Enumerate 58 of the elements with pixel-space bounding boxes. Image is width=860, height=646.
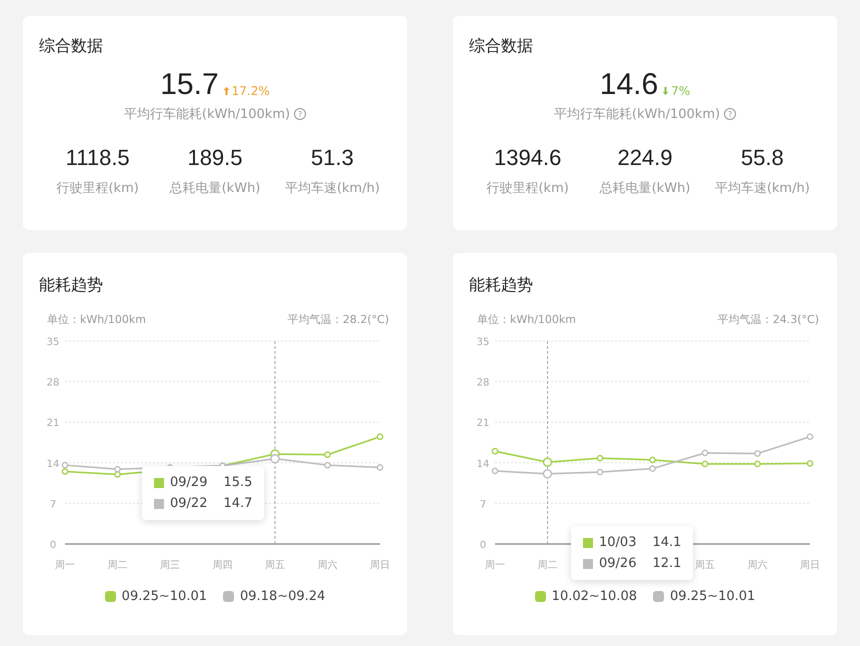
x-axis-label: 周一 <box>55 560 75 571</box>
change-percent: 17.2% <box>232 84 270 98</box>
stat-value: 55.8 <box>740 145 784 171</box>
x-axis-label: 周二 <box>108 560 128 571</box>
tooltip-value: 14.7 <box>223 496 252 511</box>
stat-value: 1118.5 <box>66 145 130 171</box>
stat-label: 总耗电量(kWh) <box>600 180 690 197</box>
x-axis-label: 周六 <box>318 560 338 571</box>
unit-label: 单位：kWh/100km <box>47 312 146 327</box>
tooltip-value: 12.1 <box>652 556 682 571</box>
stat-label: 行驶里程(km) <box>56 180 139 197</box>
y-tick-label: 0 <box>50 540 56 551</box>
stat-label: 总耗电量(kWh) <box>170 180 260 197</box>
x-axis-label: 周三 <box>160 560 180 571</box>
metric-label: 平均行车能耗(kWh/100km) <box>124 106 290 123</box>
x-axis-label: 周二 <box>538 560 558 571</box>
average-consumption-value: 15.7 <box>160 69 219 101</box>
x-axis-label: 周一 <box>485 560 505 571</box>
stat-value: 189.5 <box>187 145 243 171</box>
y-tick-label: 7 <box>50 499 56 510</box>
x-axis-label: 周五 <box>695 560 715 571</box>
x-axis-label: 周四 <box>212 560 232 571</box>
temperature-label: 平均气温：24.3(°C) <box>718 312 819 327</box>
tooltip-value: 15.5 <box>223 475 252 490</box>
y-tick-label: 21 <box>46 418 60 430</box>
x-axis-label: 周日 <box>370 560 390 571</box>
unit-label: 单位：kWh/100km <box>477 312 576 327</box>
stat-label: 行驶里程(km) <box>486 180 569 197</box>
stat-label: 平均车速(km/h) <box>284 180 380 197</box>
y-tick-label: 0 <box>480 540 486 551</box>
card-title: 综合数据 <box>39 36 104 57</box>
y-tick-label: 28 <box>46 378 60 389</box>
temperature-label: 平均气温：28.2(°C) <box>288 312 389 327</box>
x-axis-label: 周六 <box>748 560 768 571</box>
tooltip-date: 09/22 <box>170 496 208 511</box>
tooltip-date: 09/29 <box>170 475 208 490</box>
metric-label: 平均行车能耗(kWh/100km) <box>554 106 720 123</box>
tooltip-date: 09/26 <box>599 556 636 571</box>
card-title: 能耗趋势 <box>468 275 534 296</box>
x-axis-label: 周日 <box>800 560 820 571</box>
stat-value: 224.9 <box>617 145 673 171</box>
stat-value: 51.3 <box>310 145 354 171</box>
tooltip-value: 14.1 <box>652 535 682 550</box>
y-tick-label: 14 <box>46 458 60 470</box>
average-consumption-value: 14.6 <box>600 69 658 101</box>
stat-value: 1394.6 <box>494 145 562 171</box>
change-percent: 7% <box>671 84 690 98</box>
stat-label: 平均车速(km/h) <box>714 180 810 197</box>
x-axis-label: 周五 <box>265 560 285 571</box>
y-tick-label: 35 <box>46 337 60 348</box>
tooltip-date: 10/03 <box>599 535 636 550</box>
y-tick-label: 7 <box>480 499 486 510</box>
y-tick-label: 14 <box>476 458 490 470</box>
card-title: 能耗趋势 <box>38 275 104 296</box>
y-tick-label: 28 <box>476 378 490 389</box>
y-tick-label: 35 <box>476 337 490 348</box>
card-title: 综合数据 <box>469 36 534 57</box>
y-tick-label: 21 <box>476 418 490 430</box>
